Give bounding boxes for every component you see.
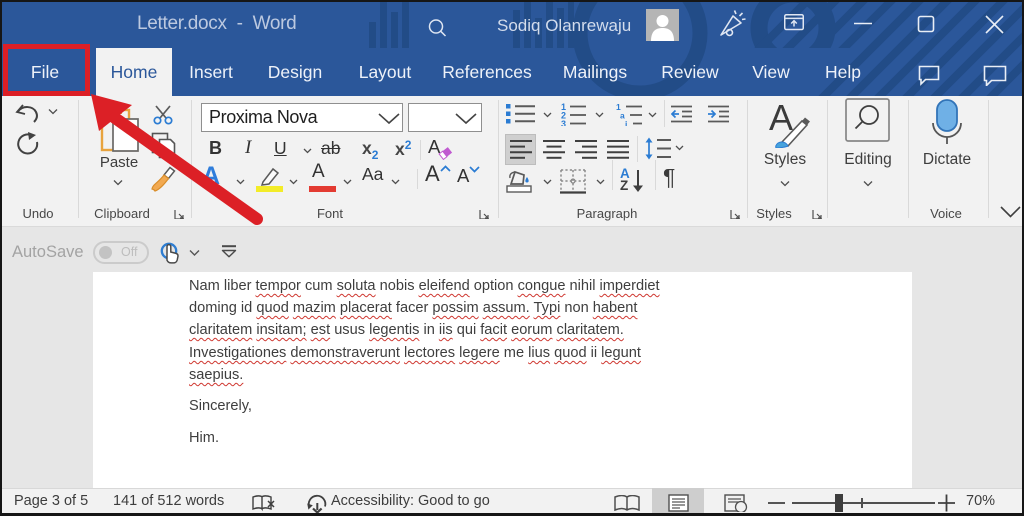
svg-text:3: 3 bbox=[561, 119, 566, 126]
svg-text:i: i bbox=[625, 119, 627, 126]
